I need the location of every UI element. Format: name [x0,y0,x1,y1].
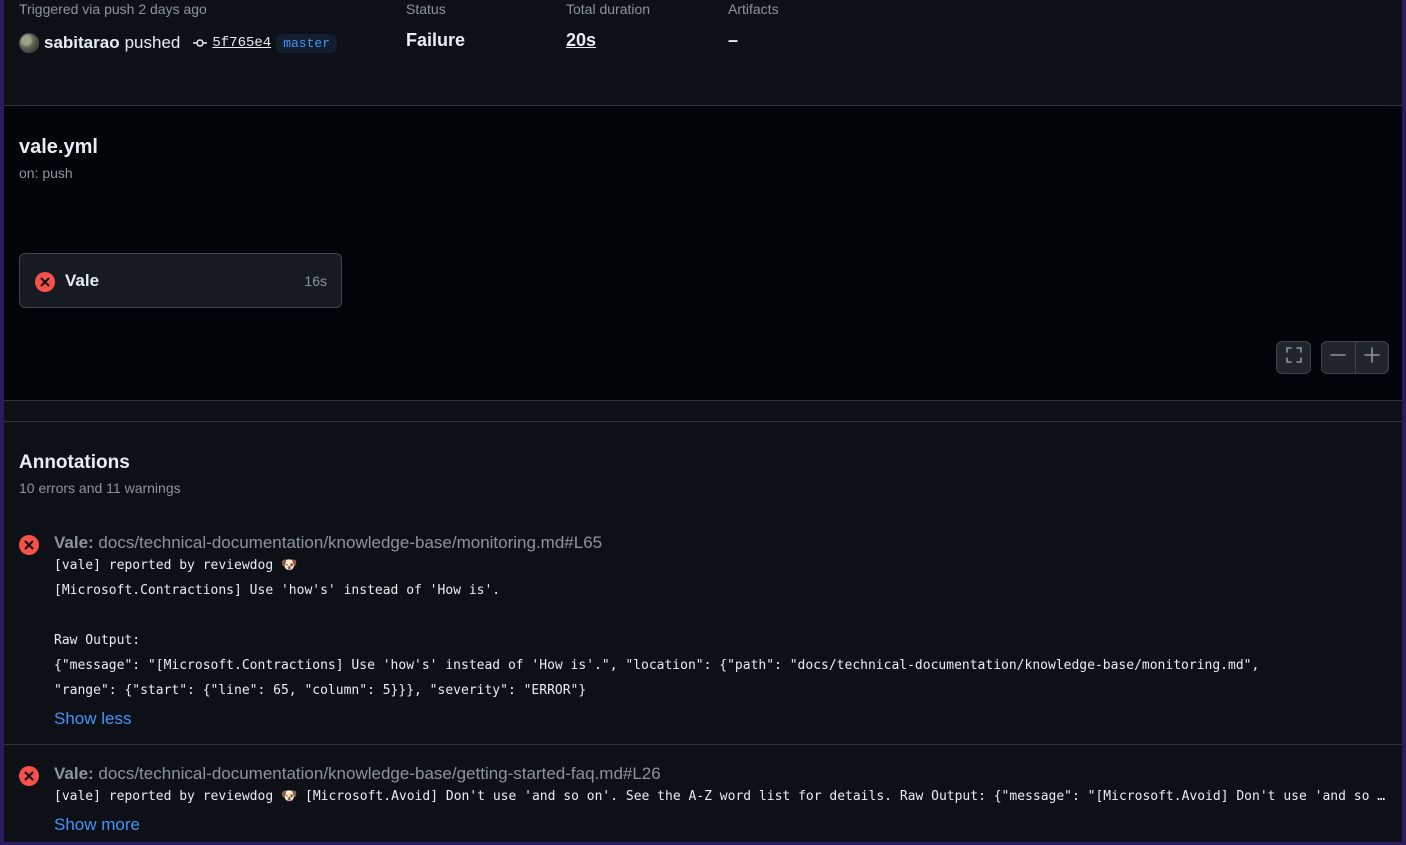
annotation-message-line: {"message": "[Microsoft.Contractions] Us… [54,658,1260,673]
annotation-heading[interactable]: Vale: docs/technical-documentation/knowl… [54,764,661,784]
duration-label: Total duration [566,1,651,17]
annotation-message-line: [vale] reported by reviewdog 🐶 [54,558,298,573]
show-more-link[interactable]: Show more [54,815,140,835]
git-commit-icon [192,35,208,51]
fullscreen-button[interactable] [1276,341,1311,374]
status-value: Failure [406,30,466,50]
workflow-run-page: Triggered via push 2 days ago sabitarao … [4,0,1402,842]
annotation-heading[interactable]: Vale: docs/technical-documentation/knowl… [54,533,602,553]
annotations-section: Annotations 10 errors and 11 warnings Va… [4,422,1402,842]
job-duration: 16s [304,273,327,289]
section-gap [4,84,1402,106]
artifacts-label: Artifacts [728,1,779,17]
action-text: pushed [124,33,181,52]
x-circle-fill-icon [19,535,39,560]
annotation-divider [4,744,1402,745]
zoom-in-button[interactable] [1354,342,1389,373]
plus-icon [1363,347,1380,368]
run-summary: Triggered via push 2 days ago sabitarao … [4,0,1402,85]
annotation-message-line: [Microsoft.Contractions] Use 'how's' ins… [54,583,501,598]
trigger-label: Triggered via push 2 days ago [19,1,207,17]
avatar[interactable] [19,33,39,53]
screen-full-icon [1285,346,1303,369]
duration-link[interactable]: 20s [566,30,596,51]
annotation-message-line: Raw Output: [54,633,141,648]
section-gap [4,401,1402,422]
annotation-message-line: [vale] reported by reviewdog 🐶 [Microsof… [54,789,1387,804]
zoom-controls [1321,341,1389,374]
annotation-message-line: "range": {"start": {"line": 65, "column"… [54,683,587,698]
zoom-out-button[interactable] [1322,342,1355,373]
annotations-count: 10 errors and 11 warnings [19,480,181,496]
workflow-file-name: vale.yml [19,136,98,158]
job-name: Vale [65,271,100,290]
trigger-info: sabitarao pushed 5f765e4 master [19,30,337,56]
job-card-vale[interactable]: Vale 16s [19,253,342,308]
show-less-link[interactable]: Show less [54,709,131,729]
annotations-title: Annotations [19,452,130,473]
workflow-graph: vale.yml on: push Vale 16s [4,106,1402,401]
annotation-job: Vale: [54,764,94,783]
commit-sha-link[interactable]: 5f765e4 [212,35,271,51]
annotation-job: Vale: [54,533,94,552]
x-circle-fill-icon [35,272,55,297]
annotation-path: docs/technical-documentation/knowledge-b… [93,764,661,783]
dash-icon [1330,347,1347,368]
x-circle-fill-icon [19,766,39,791]
annotation-path: docs/technical-documentation/knowledge-b… [93,533,603,552]
status-label: Status [406,1,446,17]
workflow-trigger: on: push [19,165,73,181]
artifacts-value: – [728,30,739,50]
branch-badge[interactable]: master [276,33,337,53]
user-link[interactable]: sabitarao [44,33,120,53]
